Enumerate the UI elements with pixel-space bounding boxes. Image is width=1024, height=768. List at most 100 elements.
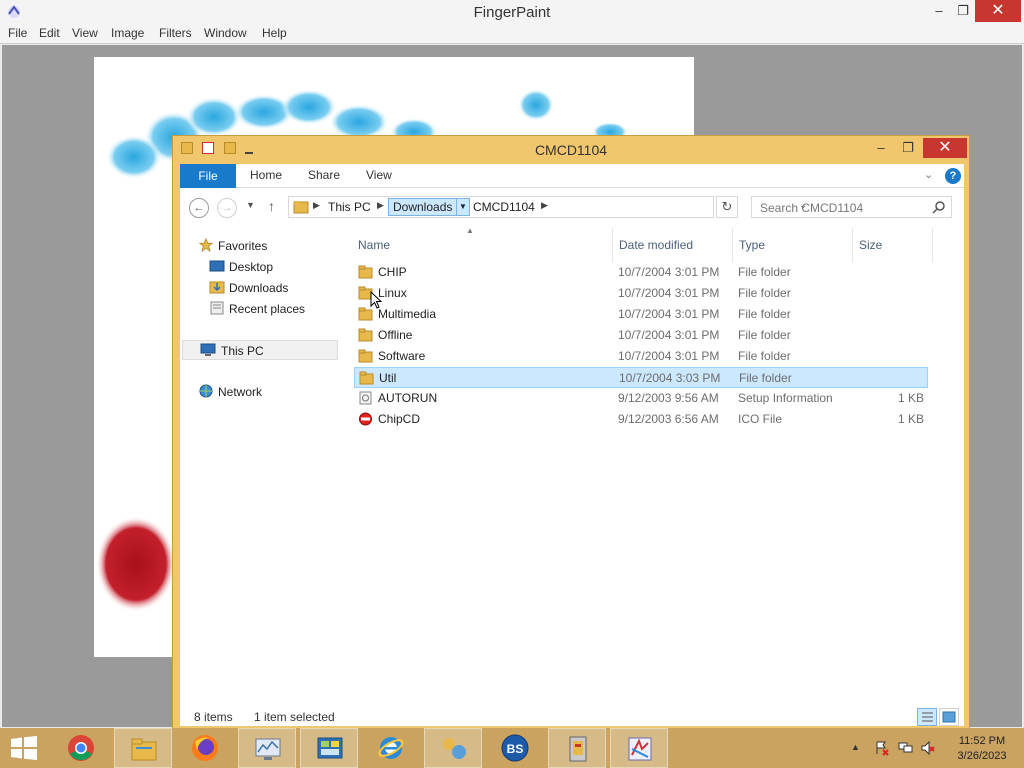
column-size[interactable]: Size xyxy=(859,238,882,252)
installer-icon xyxy=(569,736,587,762)
search-box[interactable]: Search CMCD1104 xyxy=(751,196,952,218)
folder-icon xyxy=(358,265,373,279)
svg-text:BS: BS xyxy=(507,742,524,756)
file-size: 1 KB xyxy=(897,412,924,426)
address-bar[interactable]: ▶ This PC ▶ Downloads ▼ CMCD1104 ▶ ⌄ xyxy=(288,196,807,218)
folder-icon xyxy=(358,307,373,321)
nav-downloads[interactable]: Downloads xyxy=(209,278,339,298)
breadcrumb-this-pc[interactable]: This PC xyxy=(328,200,371,214)
file-row[interactable]: Multimedia 10/7/2004 3:01 PM File folder xyxy=(354,304,928,325)
back-button[interactable]: ← xyxy=(189,198,209,218)
ribbon-tab-share[interactable]: Share xyxy=(308,168,340,182)
network-icon xyxy=(199,384,213,398)
file-type: File folder xyxy=(738,328,791,342)
taskbar-file-explorer[interactable] xyxy=(114,728,172,768)
taskbar-installer[interactable] xyxy=(548,728,606,768)
network-status-icon[interactable] xyxy=(898,740,914,756)
file-name: ChipCD xyxy=(378,412,421,426)
column-divider[interactable] xyxy=(732,228,733,262)
menu-edit[interactable]: Edit xyxy=(39,26,60,40)
taskbar-fingerpaint[interactable] xyxy=(610,728,668,768)
file-date: 10/7/2004 3:01 PM xyxy=(618,265,720,279)
file-name: Multimedia xyxy=(378,307,437,321)
nav-this-pc[interactable]: This PC xyxy=(182,340,338,360)
help-icon[interactable]: ? xyxy=(945,168,961,184)
forward-button[interactable]: → xyxy=(217,198,237,218)
taskbar-control-panel[interactable] xyxy=(300,728,358,768)
large-icons-view-button[interactable] xyxy=(939,708,959,726)
breadcrumb-separator-icon[interactable]: ▶ xyxy=(541,200,548,211)
fingerpaint-maximize-button[interactable]: ❐ xyxy=(948,0,978,22)
setup-file-icon xyxy=(359,391,372,405)
column-divider[interactable] xyxy=(852,228,853,262)
search-input[interactable]: Search CMCD1104 xyxy=(760,201,863,215)
breadcrumb-separator-icon[interactable]: ▶ xyxy=(377,200,384,211)
taskbar-network-app[interactable] xyxy=(424,728,482,768)
bs-player-icon: BS xyxy=(501,734,529,762)
explorer-minimize-button[interactable]: – xyxy=(868,138,894,158)
ribbon-tab-view[interactable]: View xyxy=(366,168,392,182)
ribbon-file-tab[interactable]: File xyxy=(180,164,236,188)
windows-start-icon[interactable] xyxy=(10,736,38,760)
navigation-pane: Favorites Desktop Downloads Recent place… xyxy=(180,228,348,698)
column-name[interactable]: Name xyxy=(358,238,390,252)
taskbar-app-monitor[interactable] xyxy=(238,728,296,768)
breadcrumb-dropdown-icon[interactable]: ▼ xyxy=(456,198,470,216)
explorer-window[interactable]: CMCD1104 – ❐ ✕ File Home Share View ⌄ ? … xyxy=(172,135,970,729)
refresh-button[interactable]: ↻ xyxy=(716,196,738,218)
nav-recent-places[interactable]: Recent places xyxy=(209,299,339,319)
taskbar-firefox[interactable] xyxy=(176,728,234,768)
system-clock[interactable]: 11:52 PM 3/26/2023 xyxy=(944,734,1020,764)
breadcrumb-downloads[interactable]: Downloads xyxy=(388,198,458,216)
column-date-modified[interactable]: Date modified xyxy=(619,238,693,252)
explorer-maximize-button[interactable]: ❐ xyxy=(895,138,921,158)
recent-locations-icon[interactable]: ▼ xyxy=(246,200,255,210)
fingerpaint-close-button[interactable]: ✕ xyxy=(975,0,1021,22)
taskbar-chrome[interactable] xyxy=(52,728,110,768)
file-row[interactable]: ChipCD 9/12/2003 6:56 AM ICO File 1 KB xyxy=(354,409,928,430)
file-name: Util xyxy=(379,371,397,385)
mouse-cursor-icon xyxy=(370,291,382,309)
show-hidden-icons-icon[interactable]: ▲ xyxy=(851,742,860,752)
taskbar-internet-explorer[interactable] xyxy=(362,728,420,768)
menu-help[interactable]: Help xyxy=(262,26,287,40)
breadcrumb-separator-icon[interactable]: ▶ xyxy=(313,200,320,211)
nav-network[interactable]: Network xyxy=(198,382,338,402)
fingerpaint-icon xyxy=(628,737,652,761)
volume-muted-icon[interactable] xyxy=(920,740,936,756)
menu-file[interactable]: File xyxy=(8,26,27,40)
file-row[interactable]: Linux 10/7/2004 3:01 PM File folder xyxy=(354,283,928,304)
details-view-button[interactable] xyxy=(917,708,937,726)
nav-favorites[interactable]: Favorites xyxy=(198,236,338,256)
file-row[interactable]: CHIP 10/7/2004 3:01 PM File folder xyxy=(354,262,928,283)
action-center-icon[interactable] xyxy=(874,740,890,756)
folder-icon xyxy=(293,201,309,214)
menu-image[interactable]: Image xyxy=(111,26,144,40)
menu-filters[interactable]: Filters xyxy=(159,26,192,40)
status-bar: 8 items 1 item selected xyxy=(180,704,964,726)
taskbar-bs-player[interactable]: BS xyxy=(486,728,544,768)
sort-ascending-icon: ▲ xyxy=(466,226,474,235)
expand-ribbon-icon[interactable]: ⌄ xyxy=(924,168,933,181)
file-explorer-icon xyxy=(131,738,157,761)
up-button[interactable]: ↑ xyxy=(268,198,275,214)
file-row[interactable]: Offline 10/7/2004 3:01 PM File folder xyxy=(354,325,928,346)
column-type[interactable]: Type xyxy=(739,238,765,252)
explorer-titlebar[interactable]: CMCD1104 – ❐ ✕ xyxy=(173,136,969,164)
file-row-selected[interactable]: Util 10/7/2004 3:03 PM File folder xyxy=(354,367,928,388)
ribbon-tab-home[interactable]: Home xyxy=(250,168,282,182)
column-divider[interactable] xyxy=(932,228,933,262)
column-divider[interactable] xyxy=(612,228,613,262)
menu-view[interactable]: View xyxy=(72,26,98,40)
desktop-icon xyxy=(209,260,225,272)
internet-explorer-icon xyxy=(378,737,404,759)
menu-window[interactable]: Window xyxy=(204,26,247,40)
monitor-app-icon xyxy=(255,738,281,760)
file-row[interactable]: AUTORUN 9/12/2003 9:56 AM Setup Informat… xyxy=(354,388,928,409)
nav-desktop[interactable]: Desktop xyxy=(209,257,339,277)
file-date: 9/12/2003 6:56 AM xyxy=(618,412,719,426)
breadcrumb-cmcd1104[interactable]: CMCD1104 xyxy=(473,200,535,214)
explorer-close-button[interactable]: ✕ xyxy=(923,138,967,158)
file-row[interactable]: Software 10/7/2004 3:01 PM File folder xyxy=(354,346,928,367)
search-icon[interactable] xyxy=(932,200,946,214)
